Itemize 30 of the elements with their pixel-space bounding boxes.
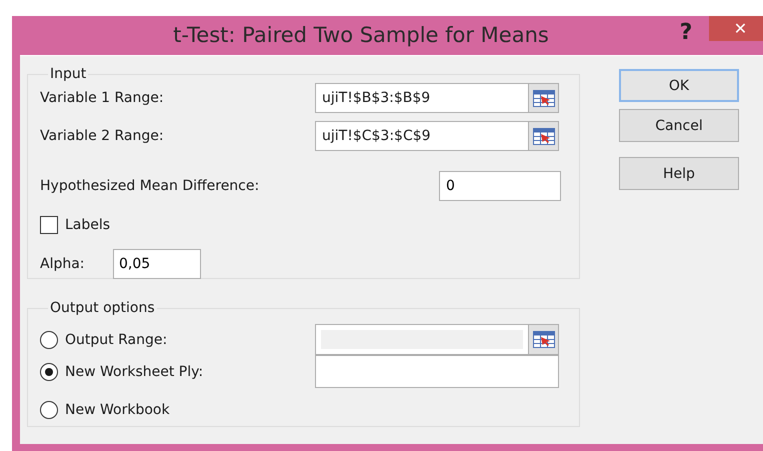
table-icon [532, 331, 554, 348]
radio-button[interactable] [40, 401, 58, 419]
table-icon [532, 90, 554, 106]
checkbox-label: Labels [65, 217, 110, 233]
radio-button[interactable] [40, 362, 58, 380]
dialog-button[interactable]: Cancel [619, 109, 739, 142]
range-field[interactable]: ujiT!$C$3:$C$9 [315, 121, 528, 151]
dialog-button[interactable]: Help [619, 157, 739, 190]
option-label: Output Range: [65, 332, 168, 348]
range-field[interactable]: ujiT!$B$3:$B$9 [315, 83, 528, 113]
mean-difference-field[interactable]: 0 [439, 171, 561, 201]
range-select-button[interactable] [528, 121, 559, 151]
field-label: Hypothesized Mean Difference: [40, 178, 260, 194]
range-select-button[interactable] [528, 324, 559, 355]
help-button[interactable]: ? [672, 18, 700, 46]
option-label: New Workbook [65, 402, 171, 418]
option-label: New Worksheet Ply: [65, 364, 204, 380]
group-title: Output options [49, 300, 156, 316]
alpha-field[interactable]: 0,05 [113, 249, 201, 279]
field-label: Variable 1 Range: [40, 90, 165, 106]
window-title: t-Test: Paired Two Sample for Means [172, 22, 550, 49]
field-label: Alpha: [40, 256, 86, 272]
labels-checkbox[interactable] [40, 216, 58, 234]
sheet-name-field[interactable] [315, 355, 559, 388]
group-title: Input [49, 66, 88, 82]
table-icon [532, 128, 554, 144]
dialog-button[interactable]: OK [619, 69, 739, 102]
range-select-button[interactable] [528, 83, 559, 113]
close-button[interactable]: ✕ [709, 16, 763, 41]
field-label: Variable 2 Range: [40, 128, 165, 144]
